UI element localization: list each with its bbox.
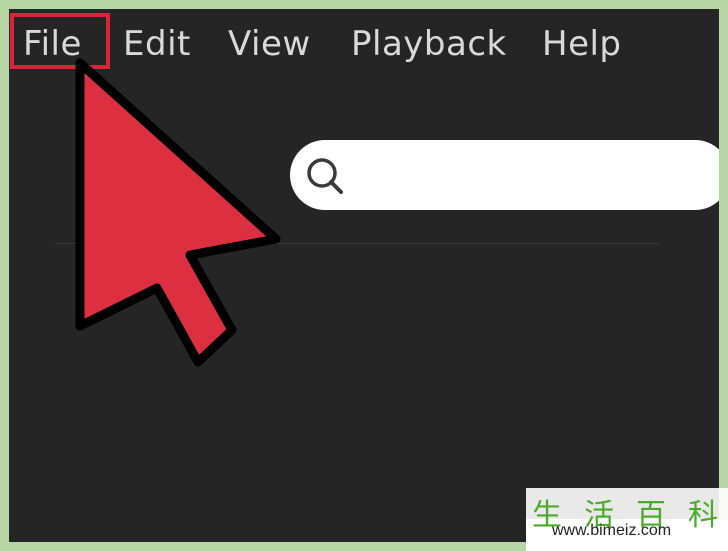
- divider: [55, 243, 659, 244]
- search-bar[interactable]: [290, 140, 719, 210]
- menu-help[interactable]: Help: [542, 22, 622, 66]
- watermark-url: www.bimeiz.com: [552, 522, 672, 539]
- app-window: File Edit View Playback Help: [9, 9, 719, 542]
- menu-playback[interactable]: Playback: [351, 22, 507, 66]
- menu-bar: File Edit View Playback Help: [9, 9, 719, 79]
- menu-edit[interactable]: Edit: [123, 22, 191, 66]
- menu-view[interactable]: View: [228, 22, 311, 66]
- search-icon: [307, 158, 343, 194]
- search-input[interactable]: [360, 156, 714, 196]
- file-menu-highlight-box: [10, 13, 110, 69]
